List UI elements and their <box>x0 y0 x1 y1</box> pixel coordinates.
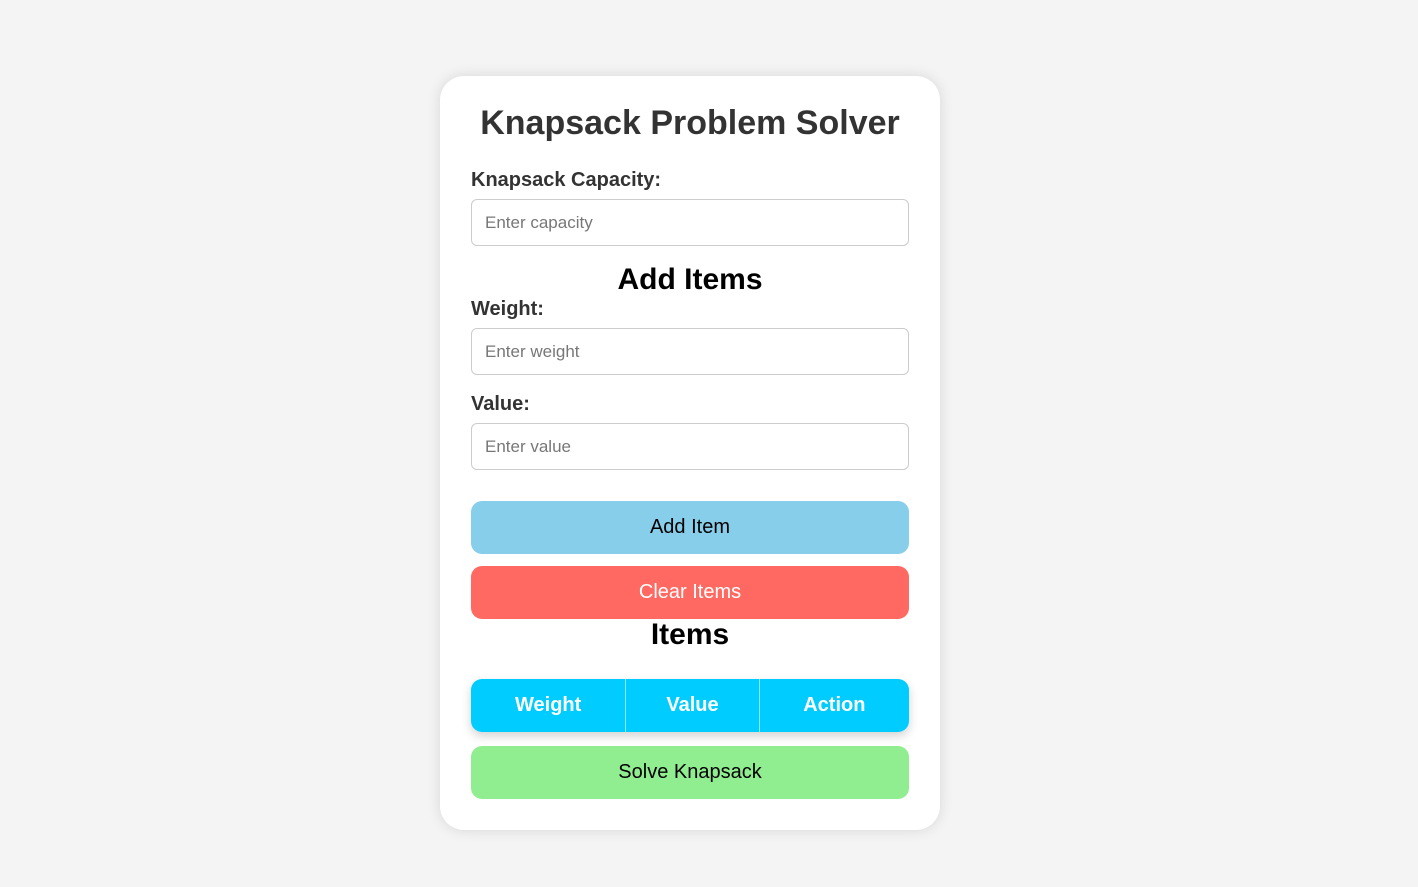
value-label: Value: <box>471 393 530 415</box>
items-table: Weight Value Action <box>471 679 909 732</box>
weight-label: Weight: <box>471 298 544 320</box>
capacity-input[interactable] <box>471 199 909 246</box>
column-header-action: Action <box>759 679 909 732</box>
items-table-header-row: Weight Value Action <box>471 679 909 732</box>
column-header-weight: Weight <box>471 679 627 732</box>
weight-input[interactable] <box>471 328 909 375</box>
solve-knapsack-button[interactable]: Solve Knapsack <box>471 746 909 799</box>
add-item-button[interactable]: Add Item <box>471 501 909 554</box>
items-heading: Items <box>650 618 730 651</box>
clear-items-button[interactable]: Clear Items <box>471 566 909 619</box>
capacity-label: Knapsack Capacity: <box>471 169 662 191</box>
page-title: Knapsack Problem Solver <box>480 104 900 142</box>
add-items-heading: Add Items <box>617 263 763 296</box>
column-header-value: Value <box>626 679 760 732</box>
solver-card: Knapsack Problem Solver Knapsack Capacit… <box>440 76 940 830</box>
value-input[interactable] <box>471 423 909 470</box>
